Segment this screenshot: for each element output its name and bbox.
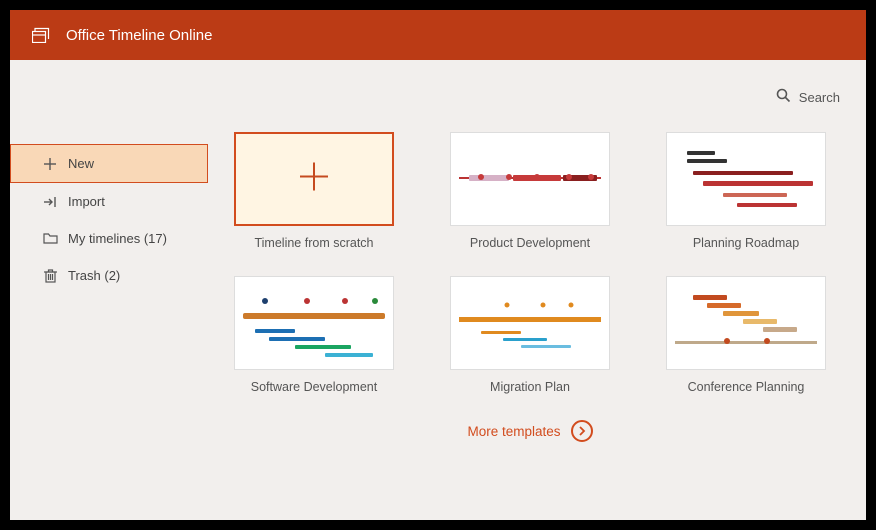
card-thumb [666,132,826,226]
more-templates-label: More templates [467,424,560,439]
card-planning-roadmap[interactable]: Planning Roadmap [646,132,846,250]
sidebar-item-label: Trash (2) [68,268,120,283]
card-software-development[interactable]: Software Development [214,276,414,394]
card-thumb [450,276,610,370]
app-header: Office Timeline Online [10,10,866,60]
search-button[interactable]: Search [776,88,840,106]
plus-large-icon [297,160,331,199]
sidebar-item-my-timelines[interactable]: My timelines (17) [10,220,208,257]
sidebar-item-trash[interactable]: Trash (2) [10,257,208,294]
card-label: Conference Planning [688,380,805,394]
card-product-development[interactable]: Product Development [430,132,630,250]
more-templates-button[interactable]: More templates [214,420,846,442]
sidebar-item-label: My timelines (17) [68,231,167,246]
sidebar-item-new[interactable]: New [10,144,208,183]
main-body: Search New Import My timelines (17) [10,60,866,520]
card-conference-planning[interactable]: Conference Planning [646,276,846,394]
card-thumb [666,276,826,370]
folder-icon [42,232,58,245]
app-title: Office Timeline Online [66,27,212,44]
card-thumb [234,132,394,226]
card-label: Software Development [251,380,377,394]
sidebar-item-label: New [68,156,94,171]
app-window: Office Timeline Online Search New [10,10,866,520]
template-grid: Timeline from scratch Product De [214,132,846,394]
trash-icon [42,268,58,283]
card-timeline-from-scratch[interactable]: Timeline from scratch [214,132,414,250]
card-thumb [450,132,610,226]
sidebar: New Import My timelines (17) Trash (2) [10,60,208,520]
card-migration-plan[interactable]: Migration Plan [430,276,630,394]
template-grid-area: Timeline from scratch Product De [208,60,866,520]
card-label: Product Development [470,236,590,250]
card-label: Planning Roadmap [693,236,799,250]
card-label: Timeline from scratch [254,236,373,250]
arrow-right-circle-icon [571,420,593,442]
card-label: Migration Plan [490,380,570,394]
sidebar-item-label: Import [68,194,105,209]
plus-icon [42,157,58,171]
search-label: Search [799,90,840,105]
import-icon [42,195,58,209]
card-thumb [234,276,394,370]
sidebar-item-import[interactable]: Import [10,183,208,220]
search-icon [776,88,791,106]
app-logo-icon [32,27,52,43]
